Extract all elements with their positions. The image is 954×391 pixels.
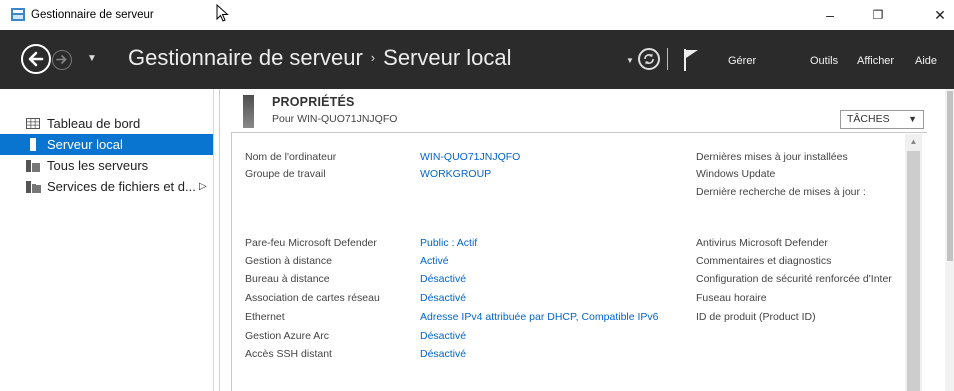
properties-pane: PROPRIÉTÉS Pour WIN-QUO71JNJQFO TÂCHES ▼…	[221, 89, 954, 391]
property-value-link[interactable]: Désactivé	[420, 273, 466, 285]
tasks-dropdown[interactable]: TÂCHES ▼	[840, 110, 924, 129]
refresh-button[interactable]	[638, 48, 660, 70]
forward-button[interactable]	[52, 50, 72, 70]
properties-scrollbar-thumb[interactable]	[907, 151, 920, 391]
sidebar-item-local-server[interactable]: Serveur local	[0, 134, 213, 155]
server-icon	[30, 138, 36, 151]
property-label: Bureau à distance	[245, 273, 330, 285]
refresh-icon	[644, 53, 654, 65]
chevron-down-icon: ▼	[908, 114, 917, 124]
breadcrumb-separator: ›	[370, 50, 376, 65]
property-value-link[interactable]: Désactivé	[420, 330, 466, 342]
breadcrumb: Gestionnaire de serveur › Serveur local	[128, 45, 512, 71]
property-label: Fuseau horaire	[696, 292, 767, 304]
property-value-link[interactable]: Adresse IPv4 attribuée par DHCP, Compati…	[420, 311, 659, 323]
header-bar: ▼ Gestionnaire de serveur › Serveur local …	[0, 30, 954, 89]
menu-gerer[interactable]: Gérer	[728, 55, 756, 67]
property-value-link[interactable]: Public : Actif	[420, 237, 477, 249]
sidebar: Tableau de bord Serveur local Tous les s…	[0, 89, 220, 391]
servers-icon	[26, 160, 40, 172]
sidebar-item-label: Services de fichiers et d...	[47, 179, 196, 194]
restore-button[interactable]: ❐	[864, 4, 892, 26]
nav-history-dropdown-icon[interactable]: ▼	[87, 53, 97, 64]
property-label: Ethernet	[245, 311, 285, 323]
forward-arrow-icon	[56, 55, 67, 64]
expand-arrow-icon[interactable]: ▷	[199, 176, 207, 197]
property-value-link[interactable]: Activé	[420, 255, 449, 267]
property-label: Commentaires et diagnostics	[696, 255, 832, 267]
property-value-link[interactable]: Désactivé	[420, 292, 466, 304]
property-label: Dernières mises à jour installées	[696, 151, 848, 163]
window-titlebar: Gestionnaire de serveur – ❐ ✕	[0, 0, 954, 30]
scroll-up-icon[interactable]: ▲	[905, 134, 922, 150]
property-label: Accès SSH distant	[245, 348, 332, 360]
sidebar-item-file-services[interactable]: Services de fichiers et d... ▷	[0, 176, 213, 197]
close-button[interactable]: ✕	[926, 4, 954, 26]
menu-afficher[interactable]: Afficher	[857, 55, 894, 67]
notifications-flag-icon[interactable]	[683, 48, 699, 72]
sidebar-item-label: Serveur local	[47, 137, 123, 152]
property-value-link[interactable]: Désactivé	[420, 348, 466, 360]
sidebar-item-all-servers[interactable]: Tous les serveurs	[0, 155, 213, 176]
property-label: Gestion à distance	[245, 255, 332, 267]
menu-aide[interactable]: Aide	[915, 55, 937, 67]
minimize-button[interactable]: –	[816, 4, 844, 26]
properties-subtitle: Pour WIN-QUO71JNJQFO	[272, 113, 398, 125]
back-button[interactable]	[21, 44, 51, 74]
sidebar-item-dashboard[interactable]: Tableau de bord	[0, 113, 213, 134]
breadcrumb-current: Serveur local	[383, 45, 512, 70]
property-label: ID de produit (Product ID)	[696, 311, 816, 323]
property-value-link[interactable]: WIN-QUO71JNJQFO	[420, 151, 520, 163]
property-label: Windows Update	[696, 168, 776, 180]
property-label: Gestion Azure Arc	[245, 330, 330, 342]
property-value-link[interactable]: WORKGROUP	[420, 168, 491, 180]
property-label: Association de cartes réseau	[245, 292, 380, 304]
property-label: Antivirus Microsoft Defender	[696, 237, 828, 249]
page-scrollbar-thumb[interactable]	[947, 91, 953, 261]
window-title: Gestionnaire de serveur	[31, 9, 154, 21]
refresh-dropdown-icon[interactable]: ▼	[626, 56, 634, 65]
property-label: Dernière recherche de mises à jour :	[696, 186, 866, 198]
server-manager-app-icon	[11, 8, 25, 21]
menu-outils[interactable]: Outils	[810, 55, 838, 67]
tasks-label: TÂCHES	[847, 113, 890, 125]
properties-title: PROPRIÉTÉS	[272, 95, 355, 109]
sidebar-item-label: Tous les serveurs	[47, 158, 149, 173]
property-label: Pare-feu Microsoft Defender	[245, 237, 377, 249]
breadcrumb-root[interactable]: Gestionnaire de serveur	[128, 45, 363, 70]
server-tile-icon	[243, 95, 254, 128]
sidebar-divider	[213, 89, 214, 391]
back-arrow-icon	[28, 51, 44, 67]
file-services-icon	[26, 181, 41, 193]
property-label: Nom de l'ordinateur	[245, 151, 337, 163]
sidebar-item-label: Tableau de bord	[47, 116, 141, 131]
property-label: Groupe de travail	[245, 168, 326, 180]
property-label: Configuration de sécurité renforcée d'In…	[696, 273, 892, 285]
dashboard-icon	[26, 118, 40, 129]
mouse-cursor-icon	[216, 4, 229, 22]
header-divider	[667, 48, 668, 70]
